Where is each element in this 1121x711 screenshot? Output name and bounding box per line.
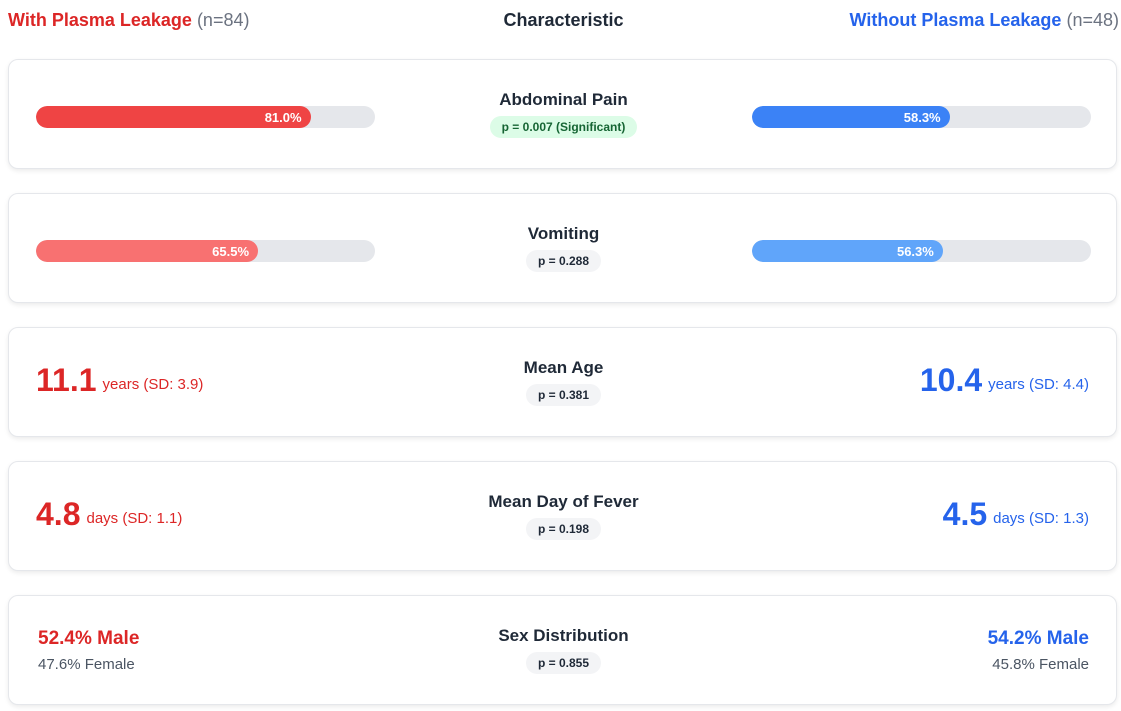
- card-abdominal-pain: 81.0% Abdominal Pain p = 0.007 (Signific…: [8, 59, 1117, 169]
- bar-track-right: 56.3%: [752, 240, 1091, 262]
- male-percentage: 54.2% Male: [987, 627, 1089, 649]
- characteristic-label: Abdominal Pain: [499, 90, 628, 109]
- mean-fever-without-leakage: 4.5 days (SD: 1.3): [943, 462, 1089, 570]
- stat-value: 11.1: [36, 361, 97, 398]
- characteristic-cell: Vomiting p = 0.288: [389, 194, 738, 302]
- card-mean-age: 11.1 years (SD: 3.9) Mean Age p = 0.381 …: [8, 327, 1117, 437]
- bar-track-left: 65.5%: [36, 240, 375, 262]
- characteristic-label: Vomiting: [527, 224, 600, 243]
- right-group-header: Without Plasma Leakage (n=48): [850, 10, 1119, 31]
- bar-track-left: 81.0%: [36, 106, 375, 128]
- p-value-badge: p = 0.855: [525, 652, 602, 674]
- characteristic-cell: Mean Age p = 0.381: [389, 328, 738, 436]
- characteristic-label: Mean Age: [523, 358, 604, 377]
- bar-vomiting-without-leakage: 56.3%: [752, 240, 943, 262]
- characteristic-cell: Sex Distribution p = 0.855: [389, 596, 738, 704]
- characteristic-cell: Abdominal Pain p = 0.007 (Significant): [389, 60, 738, 168]
- mean-fever-with-leakage: 4.8 days (SD: 1.1): [36, 462, 182, 570]
- mean-age-without-leakage: 10.4 years (SD: 4.4): [920, 328, 1089, 436]
- p-value-badge: p = 0.381: [525, 384, 602, 406]
- p-value-badge: p = 0.198: [525, 518, 602, 540]
- right-group-title: Without Plasma Leakage: [849, 10, 1062, 30]
- sex-with-leakage: 52.4% Male 47.6% Female: [38, 596, 139, 704]
- stat-unit: days (SD: 1.3): [993, 509, 1089, 527]
- female-percentage: 47.6% Female: [38, 655, 135, 673]
- stat-value: 10.4: [919, 361, 983, 398]
- bar-track-right: 58.3%: [752, 106, 1091, 128]
- stat-unit: days (SD: 1.1): [86, 509, 183, 527]
- bar-abdominal-pain-without-leakage: 58.3%: [752, 106, 950, 128]
- stat-unit: years (SD: 3.9): [102, 375, 204, 393]
- female-percentage: 45.8% Female: [992, 655, 1089, 673]
- column-header: With Plasma Leakage (n=84) Characteristi…: [8, 10, 1119, 34]
- card-sex-distribution: 52.4% Male 47.6% Female Sex Distribution…: [8, 595, 1117, 705]
- sex-without-leakage: 54.2% Male 45.8% Female: [988, 596, 1089, 704]
- p-value-badge: p = 0.288: [525, 250, 602, 272]
- stat-value: 4.5: [942, 495, 988, 532]
- characteristic-label: Sex Distribution: [498, 626, 629, 645]
- card-mean-day-of-fever: 4.8 days (SD: 1.1) Mean Day of Fever p =…: [8, 461, 1117, 571]
- characteristic-label: Mean Day of Fever: [488, 492, 639, 511]
- stat-unit: years (SD: 4.4): [988, 375, 1089, 393]
- bar-abdominal-pain-with-leakage: 81.0%: [36, 106, 311, 128]
- male-percentage: 52.4% Male: [38, 627, 140, 649]
- p-value-badge: p = 0.007 (Significant): [489, 116, 638, 138]
- mean-age-with-leakage: 11.1 years (SD: 3.9): [36, 328, 203, 436]
- bar-vomiting-with-leakage: 65.5%: [36, 240, 259, 262]
- stat-value: 4.8: [36, 495, 81, 532]
- right-group-count: (n=48): [1066, 10, 1119, 30]
- card-vomiting: 65.5% Vomiting p = 0.288 56.3%: [8, 193, 1117, 303]
- characteristic-cell: Mean Day of Fever p = 0.198: [389, 462, 738, 570]
